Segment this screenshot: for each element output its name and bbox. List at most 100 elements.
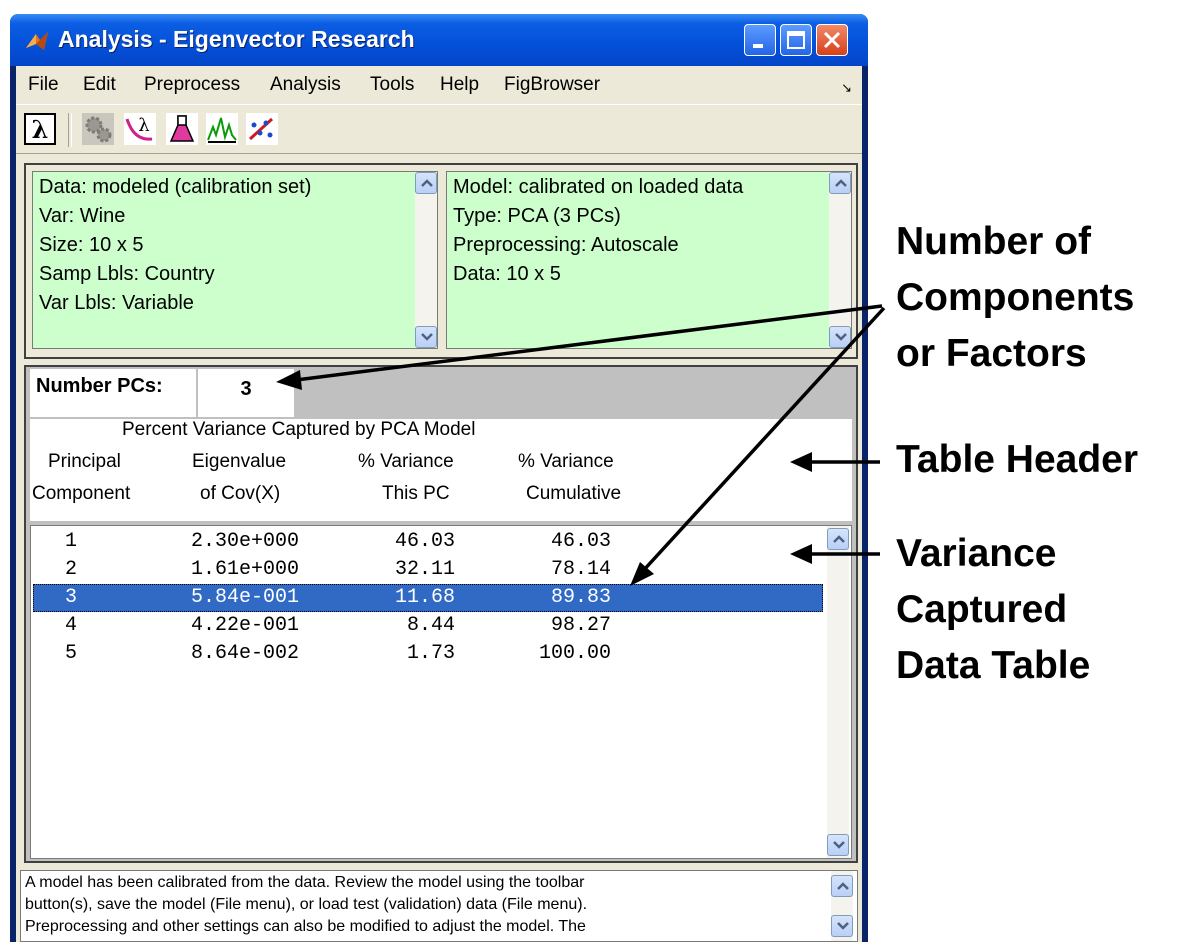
chevron-down-icon [421, 333, 433, 341]
toolbar: λ λ [16, 104, 862, 154]
menu-help[interactable]: Help [440, 74, 479, 96]
lambda-icon[interactable]: λ [24, 113, 56, 145]
status-line: button(s), save the model (File menu), o… [25, 896, 588, 913]
variance-cumulative-cell: 46.03 [551, 530, 612, 553]
chevron-up-icon [835, 179, 847, 187]
analysis-window: Analysis - Eigenvector Research File Edi… [10, 14, 868, 942]
annotation-components: Number of Components or Factors [896, 214, 1134, 382]
annotation-line: Table Header [896, 438, 1139, 481]
menu-bar: File Edit Preprocess Analysis Tools Help… [16, 66, 862, 104]
component-cell: 2 [65, 558, 78, 581]
menu-tools[interactable]: Tools [370, 74, 414, 96]
scroll-down-button[interactable] [415, 326, 437, 348]
menu-analysis[interactable]: Analysis [270, 74, 341, 96]
chevron-up-icon [837, 882, 849, 890]
component-cell: 4 [65, 614, 78, 637]
status-scrollbar[interactable] [831, 871, 853, 941]
number-pcs-field[interactable]: 3 [198, 369, 294, 417]
model-info-line: Data: 10 x 5 [453, 263, 561, 285]
data-info-pane: Data: modeled (calibration set) Var: Win… [32, 171, 438, 349]
model-info-line: Preprocessing: Autoscale [453, 234, 679, 256]
flask-icon[interactable] [166, 113, 198, 145]
menu-figbrowser[interactable]: FigBrowser [504, 74, 600, 96]
menu-edit[interactable]: Edit [83, 74, 116, 96]
table-header: Percent Variance Captured by PCA Model P… [30, 419, 852, 521]
menu-file[interactable]: File [28, 74, 59, 96]
close-icon [823, 31, 841, 49]
column-header-line2: This PC [382, 483, 450, 504]
annotation-line: Components [896, 276, 1135, 319]
table-row[interactable]: 1 2.30e+000 46.03 46.03 [33, 528, 823, 556]
component-cell: 3 [65, 586, 78, 609]
column-header-line2: Cumulative [526, 483, 622, 504]
model-info-pane: Model: calibrated on loaded data Type: P… [446, 171, 852, 349]
maximize-button[interactable] [780, 24, 812, 56]
peaks-icon[interactable] [206, 113, 238, 145]
chevron-up-icon [833, 535, 845, 543]
title-bar[interactable]: Analysis - Eigenvector Research [10, 14, 868, 66]
status-line: Preprocessing and other settings can als… [25, 918, 586, 935]
model-info-line: Model: calibrated on loaded data [453, 176, 744, 198]
close-button[interactable] [816, 24, 848, 56]
svg-text:λ: λ [32, 115, 49, 144]
info-panel: Data: modeled (calibration set) Var: Win… [24, 163, 858, 359]
menu-preprocess[interactable]: Preprocess [144, 74, 240, 96]
variance-pc-cell: 46.03 [395, 530, 456, 553]
component-cell: 1 [65, 530, 78, 553]
column-header-line1: Eigenvalue [192, 451, 287, 472]
variance-table-panel: Number PCs: 3 Percent Variance Captured … [24, 365, 858, 863]
model-info-scrollbar[interactable] [829, 172, 851, 348]
scroll-up-button[interactable] [827, 528, 849, 550]
scroll-up-button[interactable] [829, 172, 851, 194]
dock-arrow-icon[interactable]: ↘ [841, 80, 852, 96]
data-info-line: Data: modeled (calibration set) [39, 176, 312, 198]
variance-cumulative-cell: 78.14 [551, 558, 612, 581]
annotation-line: Data Table [896, 644, 1091, 687]
eigenvalue-cell: 2.30e+000 [191, 530, 300, 553]
annotation-line: Variance [896, 532, 1057, 575]
column-header-line1: % Variance [518, 451, 614, 472]
annotation-line: Captured [896, 588, 1068, 631]
minimize-button[interactable] [744, 24, 776, 56]
scroll-down-button[interactable] [829, 326, 851, 348]
data-info-line: Size: 10 x 5 [39, 234, 144, 256]
component-cell: 5 [65, 642, 78, 665]
annotation-line: or Factors [896, 332, 1087, 375]
data-info-scrollbar[interactable] [415, 172, 437, 348]
variance-cumulative-cell: 98.27 [551, 614, 612, 637]
column-header-line1: Principal [48, 451, 121, 472]
chevron-down-icon [833, 841, 845, 849]
table-scrollbar[interactable] [827, 526, 849, 858]
table-row-selected[interactable]: 3 5.84e-001 11.68 89.83 [33, 584, 823, 612]
table-row[interactable]: 4 4.22e-001 8.44 98.27 [33, 612, 823, 640]
annotation-line: Number of [896, 220, 1091, 263]
number-pcs-label: Number PCs: [30, 369, 196, 417]
column-header-line1: % Variance [358, 451, 454, 472]
chevron-up-icon [421, 179, 433, 187]
svg-text:λ: λ [138, 115, 149, 136]
data-info-line: Samp Lbls: Country [39, 263, 215, 285]
status-line: A model has been calibrated from the dat… [25, 874, 585, 891]
scroll-down-button[interactable] [831, 915, 853, 937]
scroll-up-button[interactable] [415, 172, 437, 194]
eigenvalue-cell: 8.64e-002 [191, 642, 300, 665]
table-title: Percent Variance Captured by PCA Model [122, 419, 476, 440]
chevron-down-icon [835, 333, 847, 341]
table-row[interactable]: 2 1.61e+000 32.11 78.14 [33, 556, 823, 584]
maximize-icon [787, 31, 805, 49]
data-info-line: Var: Wine [39, 205, 126, 227]
variance-cumulative-cell: 100.00 [539, 642, 612, 665]
gear-icon[interactable] [82, 113, 114, 145]
eigenvalue-cell: 4.22e-001 [191, 614, 300, 637]
scroll-down-button[interactable] [827, 834, 849, 856]
column-header-line2: Component [32, 483, 131, 504]
variance-pc-cell: 8.44 [407, 614, 456, 637]
status-text-box: A model has been calibrated from the dat… [20, 870, 858, 942]
table-row[interactable]: 5 8.64e-002 1.73 100.00 [33, 640, 823, 668]
variance-pc-cell: 32.11 [395, 558, 456, 581]
lambda-curve-icon[interactable]: λ [124, 113, 156, 145]
chevron-down-icon [837, 922, 849, 930]
scroll-up-button[interactable] [831, 875, 853, 897]
variance-data-list[interactable]: 1 2.30e+000 46.03 46.03 2 1.61e+000 32.1… [30, 525, 852, 859]
scatter-icon[interactable] [246, 113, 278, 145]
